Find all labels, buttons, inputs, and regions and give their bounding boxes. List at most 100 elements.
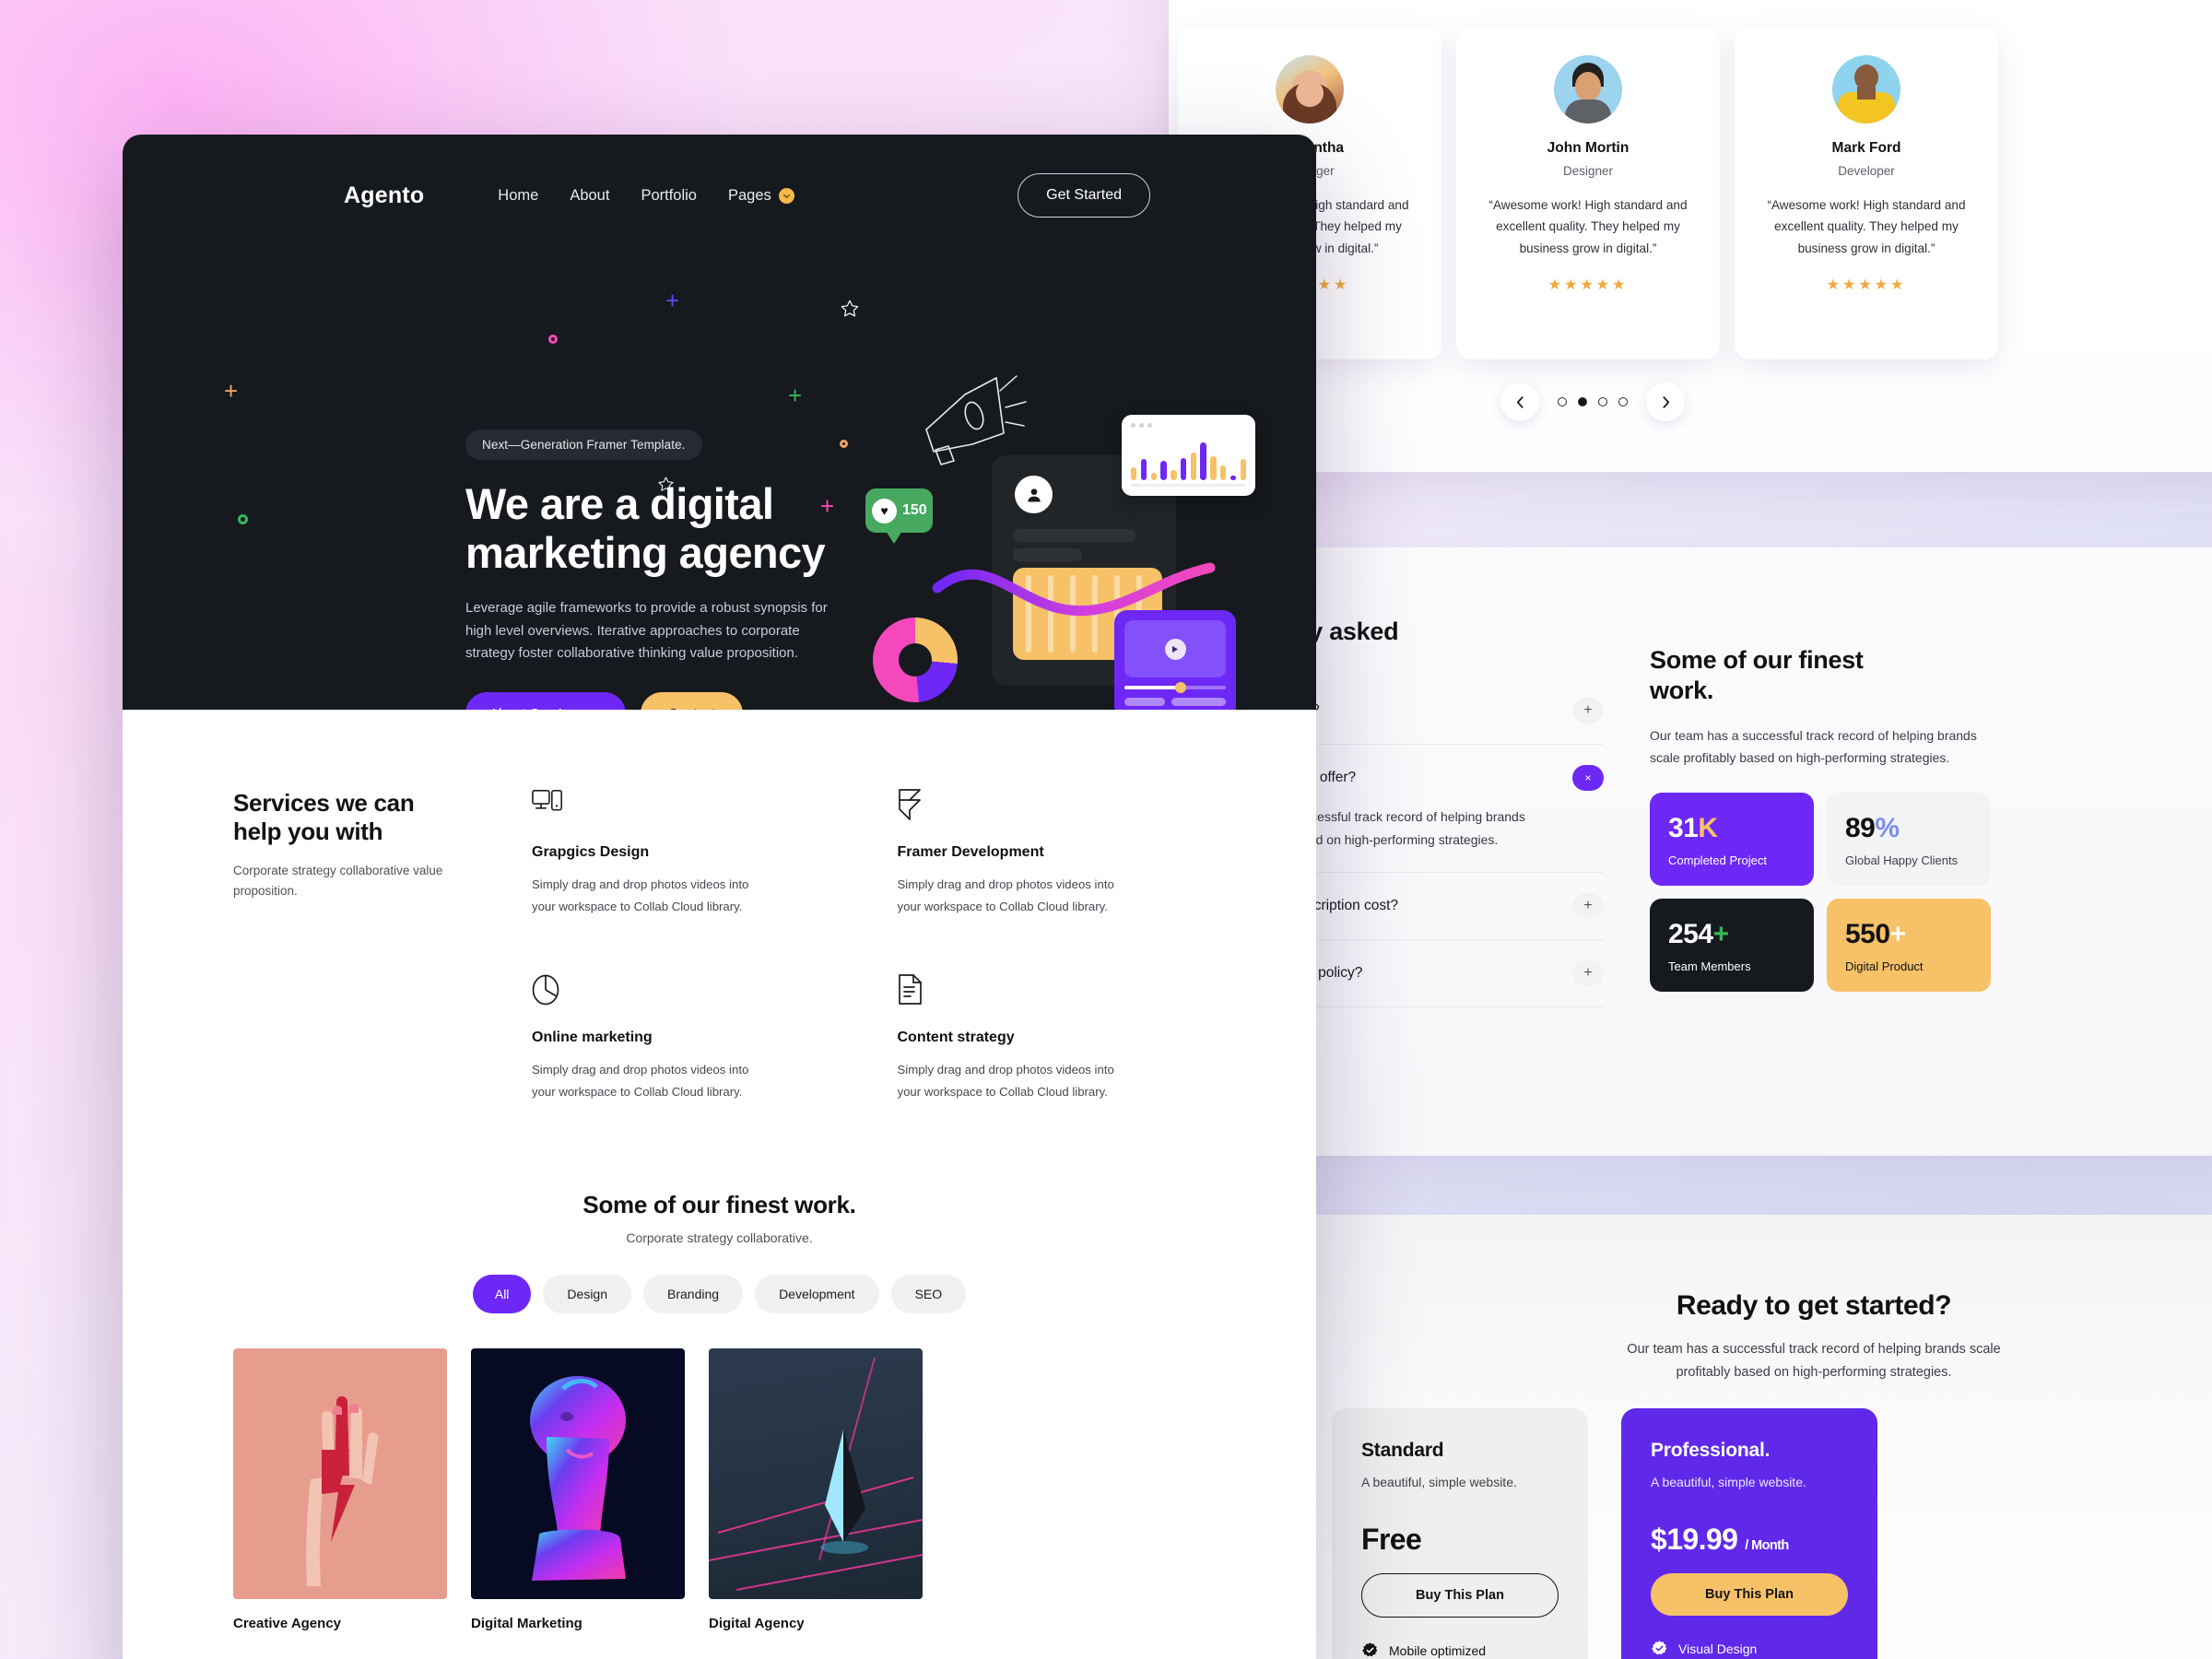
service-title: Content strategy xyxy=(897,1030,1015,1045)
nav-link-pages[interactable]: Pages xyxy=(728,187,794,205)
carousel-next-button[interactable] xyxy=(1646,382,1685,421)
website-preview-card: Agento Home About Portfolio Pages Get St… xyxy=(123,135,1316,1659)
chart-baseline xyxy=(1131,484,1246,487)
analytics-chart-card xyxy=(1122,415,1255,496)
plan-price-value: Free xyxy=(1361,1523,1422,1556)
play-icon[interactable] xyxy=(1164,638,1186,660)
portfolio-card[interactable]: Digital Marketing xyxy=(471,1348,685,1631)
plan-price: Free xyxy=(1361,1523,1559,1557)
video-progress-slider[interactable] xyxy=(1124,682,1226,693)
about-our-agency-button[interactable]: About Our Agency xyxy=(465,692,626,710)
get-started-button[interactable]: Get Started xyxy=(1018,173,1150,218)
filter-branding[interactable]: Branding xyxy=(643,1275,744,1313)
carousel-dot[interactable] xyxy=(1598,397,1607,406)
stat-card-happy-clients: 89% Global Happy Clients xyxy=(1827,793,1991,887)
stat-label: Global Happy Clients xyxy=(1845,853,1959,868)
plan-feature: Mobile optimized xyxy=(1361,1641,1559,1659)
slider-knob[interactable] xyxy=(1175,682,1186,693)
service-card-framer-development[interactable]: Framer Development Simply drag and drop … xyxy=(898,789,1206,917)
plan-price: $19.99 / Month xyxy=(1651,1523,1848,1557)
plan-price-period: / Month xyxy=(1745,1538,1789,1553)
services-subtitle: Corporate strategy collaborative value p… xyxy=(233,864,443,899)
plan-feature-label: Visual Design xyxy=(1678,1641,1758,1656)
hero-buttons: About Our Agency Contact xyxy=(465,692,853,710)
filter-design[interactable]: Design xyxy=(543,1275,632,1313)
hero-illustration: ♥ 150 xyxy=(860,372,1312,710)
plan-feature: Visual Design xyxy=(1651,1640,1848,1657)
faq-toggle-button[interactable]: + xyxy=(1572,698,1604,724)
faq-toggle-button[interactable]: × xyxy=(1572,765,1604,791)
carousel-dot[interactable] xyxy=(1558,397,1567,406)
testimonial-role: Designer xyxy=(1562,164,1614,178)
buy-plan-button-professional[interactable]: Buy This Plan xyxy=(1651,1573,1848,1616)
stat-card-team-members: 254+ Team Members xyxy=(1650,899,1814,993)
site-body: Services we can help you with Corporate … xyxy=(123,710,1316,1659)
filter-all[interactable]: All xyxy=(472,1275,532,1313)
nav-link-about[interactable]: About xyxy=(570,187,609,205)
likes-badge: ♥ 150 xyxy=(865,488,933,533)
pricing-paragraph: Our team has a successful track record o… xyxy=(1627,1342,2001,1380)
testimonial-quote: “Awesome work! High standard and excelle… xyxy=(1767,198,1966,255)
bar-chart xyxy=(1131,432,1246,480)
avatar xyxy=(1832,55,1900,124)
portfolio-card[interactable]: Digital Agency xyxy=(709,1348,923,1631)
stat-card-digital-product: 550+ Digital Product xyxy=(1827,899,1991,993)
stat-card-completed-project: 31K Completed Project xyxy=(1650,793,1814,887)
carousel-dot[interactable] xyxy=(1618,397,1628,406)
stat-suffix: + xyxy=(1889,919,1907,950)
carousel-dot-active[interactable] xyxy=(1578,397,1587,406)
service-title: Online marketing xyxy=(532,1030,653,1045)
stats-title: Some of our finest work. xyxy=(1650,645,1991,706)
service-card-content-strategy[interactable]: Content strategy Simply drag and drop ph… xyxy=(898,974,1206,1102)
service-description: Simply drag and drop photos videos into … xyxy=(532,1063,749,1099)
badge-check-icon xyxy=(1652,1641,1667,1655)
stat-label: Digital Product xyxy=(1845,959,1924,974)
badge-check-icon xyxy=(1362,1642,1378,1657)
stat-value: 31K xyxy=(1668,813,1795,844)
chevron-right-icon xyxy=(1662,395,1669,408)
nav-link-portfolio[interactable]: Portfolio xyxy=(641,187,697,205)
testimonial-card[interactable]: John Mortin Designer “Awesome work! High… xyxy=(1456,26,1720,359)
video-caption-bars xyxy=(1124,698,1226,706)
service-description: Simply drag and drop photos videos into … xyxy=(897,1063,1114,1099)
testimonial-name: John Mortin xyxy=(1547,140,1630,156)
plan-card-professional: Professional. A beautiful, simple websit… xyxy=(1621,1408,1877,1659)
chevron-down-icon xyxy=(778,187,794,204)
testimonial-role: Developer xyxy=(1838,164,1895,178)
contact-button[interactable]: Contact xyxy=(640,692,744,710)
services-title: Services we can help you with xyxy=(233,789,473,846)
chevron-left-icon xyxy=(1516,395,1524,408)
nav-link-home[interactable]: Home xyxy=(498,187,538,205)
portfolio-caption: Digital Agency xyxy=(709,1616,805,1631)
stat-suffix: % xyxy=(1875,813,1900,844)
service-card-graphics-design[interactable]: Grapgics Design Simply drag and drop pho… xyxy=(532,789,841,917)
portfolio-thumbnail xyxy=(233,1348,447,1599)
carousel-prev-button[interactable] xyxy=(1500,382,1539,421)
filter-development[interactable]: Development xyxy=(755,1275,879,1313)
portfolio-card[interactable]: Creative Agency xyxy=(233,1348,447,1631)
portfolio-caption: Creative Agency xyxy=(233,1616,341,1631)
stat-value: 89% xyxy=(1845,813,1972,844)
pie-chart-icon xyxy=(532,974,841,1011)
buy-plan-button-standard[interactable]: Buy This Plan xyxy=(1361,1573,1559,1618)
filter-seo[interactable]: SEO xyxy=(890,1275,967,1313)
nav-links: Home About Portfolio Pages xyxy=(498,187,794,205)
faq-toggle-button[interactable]: + xyxy=(1572,893,1604,920)
brand-logo[interactable]: Agento xyxy=(344,182,424,209)
faq-toggle-button[interactable]: + xyxy=(1572,960,1604,987)
hero-title-line2: marketing agency xyxy=(465,527,826,577)
avatar xyxy=(1276,55,1344,124)
stats-grid: 31K Completed Project 89% Global Happy C… xyxy=(1650,793,1991,993)
stats-section: Some of our finest work. Our team has a … xyxy=(1650,645,1991,993)
likes-badge-tail xyxy=(886,531,902,544)
stat-suffix: K xyxy=(1698,813,1718,844)
service-card-online-marketing[interactable]: Online marketing Simply drag and drop ph… xyxy=(532,974,841,1102)
circle-decoration-icon xyxy=(238,514,248,524)
rating-stars: ★★★★★ xyxy=(1547,277,1629,294)
testimonial-card[interactable]: Mark Ford Developer “Awesome work! High … xyxy=(1735,26,1998,359)
plus-decoration-icon: + xyxy=(788,382,803,409)
circle-decoration-icon xyxy=(548,335,558,344)
plan-description: A beautiful, simple website. xyxy=(1361,1475,1517,1489)
window-dots-icon xyxy=(1131,423,1246,428)
plan-name: Professional. xyxy=(1651,1440,1771,1461)
